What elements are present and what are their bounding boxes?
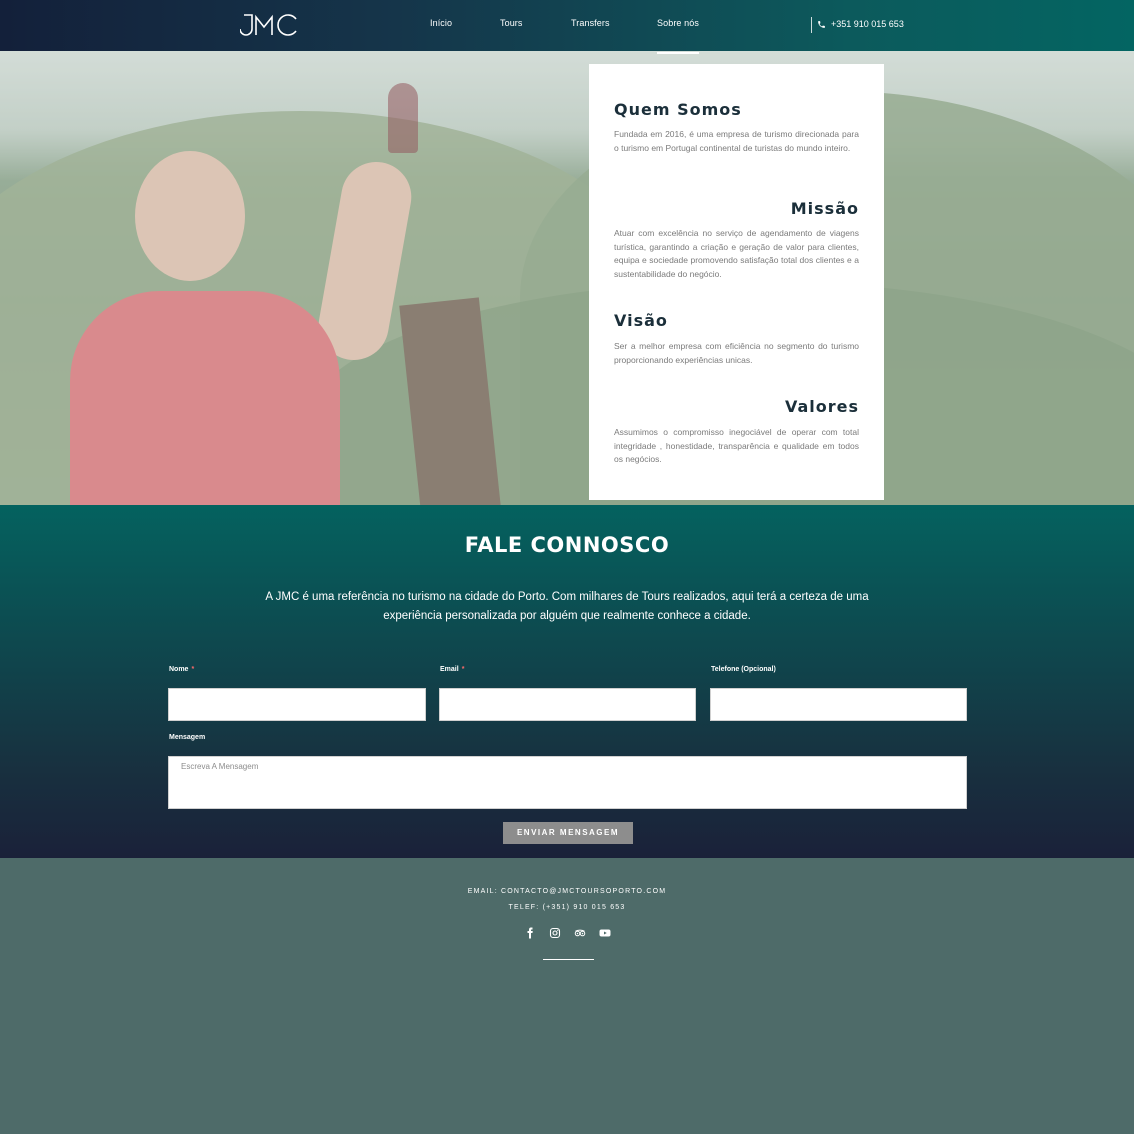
footer-phone[interactable]: TELEF: (+351) 910 015 653 [0,904,1134,911]
phone-label: Telefone (Opcional) [711,666,776,673]
required-mark: * [461,666,465,673]
nav-divider [811,17,812,33]
name-label: Nome * [169,666,194,673]
about-hero [0,51,1134,505]
visao-text: Ser a melhor empresa com eficiência no s… [614,341,859,365]
nav-link-inicio[interactable]: Início [430,18,452,28]
nav-phone[interactable]: +351 910 015 653 [817,19,904,29]
name-field[interactable] [168,688,426,721]
instagram-icon[interactable] [548,926,562,940]
tripadvisor-icon[interactable] [573,926,587,940]
message-label: Mensagem [169,734,206,741]
contact-description: A JMC é uma referência no turismo na cid… [265,591,869,622]
contact-title: FALE CONNOSCO [464,533,670,557]
nav-link-sobre-nos[interactable]: Sobre nós [657,18,699,54]
email-label: Email * [440,666,464,673]
top-nav: Início Tours Transfers Sobre nós +351 91… [0,0,1134,54]
youtube-icon[interactable] [598,926,612,940]
nav-phone-number: +351 910 015 653 [831,19,904,29]
phone-field[interactable] [710,688,967,721]
social-links [523,926,612,940]
footer-divider [543,959,594,960]
message-field[interactable]: Escreva A Mensagem [168,756,967,809]
email-field[interactable] [439,688,696,721]
email-label-text: Email [440,666,459,673]
send-message-button[interactable]: ENVIAR MENSAGEM [503,822,633,844]
quem-somos-title: Quem Somos [614,100,742,119]
about-card: Quem Somos Fundada em 2016, é uma empres… [589,64,884,500]
facebook-icon[interactable] [523,926,537,940]
nav-link-transfers[interactable]: Transfers [571,18,610,28]
contact-section: FALE CONNOSCO A JMC é uma referência no … [0,505,1134,858]
jmc-logo-icon [239,14,297,36]
quem-somos-text: Fundada em 2016, é uma empresa de turism… [614,129,859,153]
message-placeholder: Escreva A Mensagem [181,762,259,771]
hero-overlay [0,51,1134,505]
missao-text: Atuar com excelência no serviço de agend… [614,228,859,279]
valores-text: Assumimos o compromisso inegociável de o… [614,427,859,464]
name-label-text: Nome [169,666,189,673]
nav-link-tours[interactable]: Tours [500,18,523,28]
valores-title: Valores [784,397,859,416]
required-mark: * [191,666,195,673]
phone-icon [818,20,825,28]
footer-email[interactable]: EMAIL: CONTACTO@JMCTOURSOPORTO.COM [0,888,1134,895]
missao-title: Missão [790,199,859,218]
visao-title: Visão [614,311,668,330]
jmc-logo[interactable] [239,11,300,39]
footer: EMAIL: CONTACTO@JMCTOURSOPORTO.COM TELEF… [0,858,1134,1134]
